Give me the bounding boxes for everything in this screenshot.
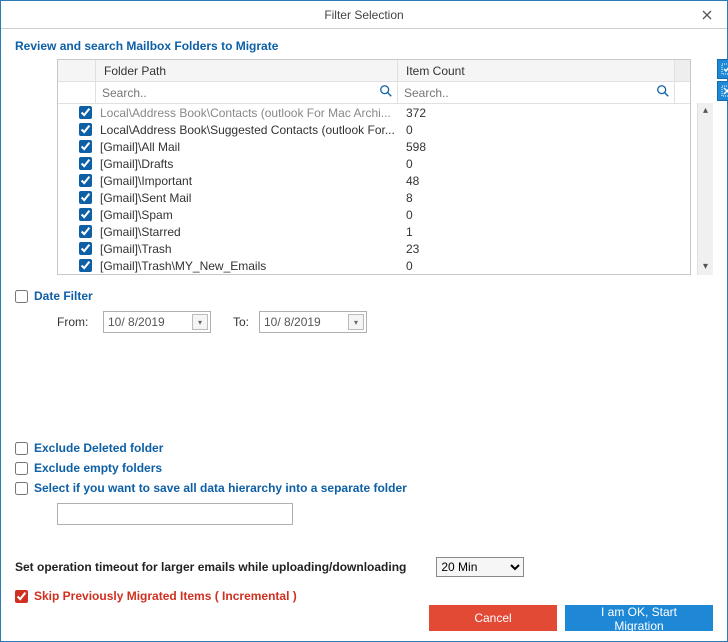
timeout-label: Set operation timeout for larger emails … — [15, 560, 406, 574]
item-count-cell: 598 — [398, 140, 674, 154]
date-filter-checkbox[interactable] — [15, 290, 28, 303]
item-count-cell: 0 — [398, 157, 674, 171]
folder-path-cell: [Gmail]\Trash — [96, 242, 398, 256]
date-filter-label: Date Filter — [34, 289, 93, 303]
separate-folder-checkbox[interactable] — [15, 482, 28, 495]
check-all-icon — [721, 63, 728, 75]
item-count-cell: 23 — [398, 242, 674, 256]
item-count-cell: 0 — [398, 208, 674, 222]
row-checkbox[interactable] — [79, 242, 92, 255]
folder-path-cell: [Gmail]\Sent Mail — [96, 191, 398, 205]
search-count-input[interactable] — [398, 86, 674, 100]
date-to-input[interactable]: 10/ 8/2019 ▾ — [259, 311, 367, 333]
item-count-cell: 0 — [398, 259, 674, 273]
table-row[interactable]: [Gmail]\Sent Mail8 — [58, 189, 690, 206]
start-migration-button[interactable]: I am OK, Start Migration — [565, 605, 713, 631]
folder-path-cell: [Gmail]\Spam — [96, 208, 398, 222]
skip-migrated-label: Skip Previously Migrated Items ( Increme… — [34, 589, 297, 603]
item-count-cell: 0 — [398, 123, 674, 137]
folder-path-cell: Local\Address Book\Suggested Contacts (o… — [96, 123, 398, 137]
folder-path-cell: [Gmail]\Important — [96, 174, 398, 188]
close-button[interactable] — [687, 1, 727, 28]
folder-grid: Folder Path Item Count — [57, 59, 691, 275]
calendar-dropdown-icon[interactable]: ▾ — [192, 314, 208, 330]
window-title: Filter Selection — [324, 8, 403, 22]
row-checkbox[interactable] — [79, 123, 92, 136]
timeout-select[interactable]: 20 Min — [436, 557, 524, 577]
folder-path-cell: [Gmail]\All Mail — [96, 140, 398, 154]
search-folder-input[interactable] — [96, 86, 397, 100]
vertical-scrollbar[interactable]: ▴ ▾ — [697, 103, 713, 275]
table-row[interactable]: [Gmail]\Starred1 — [58, 223, 690, 240]
exclude-deleted-label: Exclude Deleted folder — [34, 441, 163, 455]
item-count-cell: 372 — [398, 106, 674, 120]
close-icon — [702, 10, 712, 20]
uncheck-all-icon — [721, 85, 728, 97]
folder-path-cell: Local\Address Book\Contacts (outlook For… — [96, 106, 398, 120]
table-row[interactable]: [Gmail]\All Mail598 — [58, 138, 690, 155]
date-from-input[interactable]: 10/ 8/2019 ▾ — [103, 311, 211, 333]
scroll-up-icon[interactable]: ▴ — [703, 103, 708, 119]
table-row[interactable]: Local\Address Book\Contacts (outlook For… — [58, 104, 690, 121]
item-count-cell: 48 — [398, 174, 674, 188]
table-row[interactable]: [Gmail]\Important48 — [58, 172, 690, 189]
page-subtitle: Review and search Mailbox Folders to Mig… — [15, 39, 713, 53]
row-checkbox[interactable] — [79, 225, 92, 238]
select-all-button[interactable] — [717, 59, 728, 79]
skip-migrated-checkbox[interactable] — [15, 590, 28, 603]
separate-folder-label: Select if you want to save all data hier… — [34, 481, 407, 495]
item-count-cell: 8 — [398, 191, 674, 205]
row-checkbox[interactable] — [79, 191, 92, 204]
from-label: From: — [57, 315, 93, 329]
deselect-all-button[interactable] — [717, 81, 728, 101]
folder-path-cell: [Gmail]\Starred — [96, 225, 398, 239]
row-checkbox[interactable] — [79, 140, 92, 153]
folder-path-cell: [Gmail]\Trash\MY_New_Emails — [96, 259, 398, 273]
cancel-button[interactable]: Cancel — [429, 605, 557, 631]
exclude-empty-checkbox[interactable] — [15, 462, 28, 475]
table-row[interactable]: [Gmail]\Spam0 — [58, 206, 690, 223]
row-checkbox[interactable] — [79, 208, 92, 221]
col-folder-path[interactable]: Folder Path — [96, 60, 398, 81]
exclude-deleted-checkbox[interactable] — [15, 442, 28, 455]
table-row[interactable]: Local\Address Book\Suggested Contacts (o… — [58, 121, 690, 138]
table-row[interactable]: [Gmail]\Trash\MY_New_Emails0 — [58, 257, 690, 274]
folder-path-cell: [Gmail]\Drafts — [96, 157, 398, 171]
scroll-down-icon[interactable]: ▾ — [703, 259, 708, 275]
row-checkbox[interactable] — [79, 259, 92, 272]
grid-header: Folder Path Item Count — [58, 60, 690, 82]
row-checkbox[interactable] — [79, 157, 92, 170]
table-row[interactable]: [Gmail]\Drafts0 — [58, 155, 690, 172]
calendar-dropdown-icon[interactable]: ▾ — [348, 314, 364, 330]
row-checkbox[interactable] — [79, 106, 92, 119]
item-count-cell: 1 — [398, 225, 674, 239]
col-item-count[interactable]: Item Count — [398, 60, 674, 81]
search-icon[interactable] — [379, 84, 393, 101]
to-label: To: — [221, 315, 249, 329]
row-checkbox[interactable] — [79, 174, 92, 187]
exclude-empty-label: Exclude empty folders — [34, 461, 162, 475]
table-row[interactable]: [Gmail]\Trash23 — [58, 240, 690, 257]
titlebar: Filter Selection — [1, 1, 727, 29]
separate-folder-input[interactable] — [57, 503, 293, 525]
search-icon[interactable] — [656, 84, 670, 101]
